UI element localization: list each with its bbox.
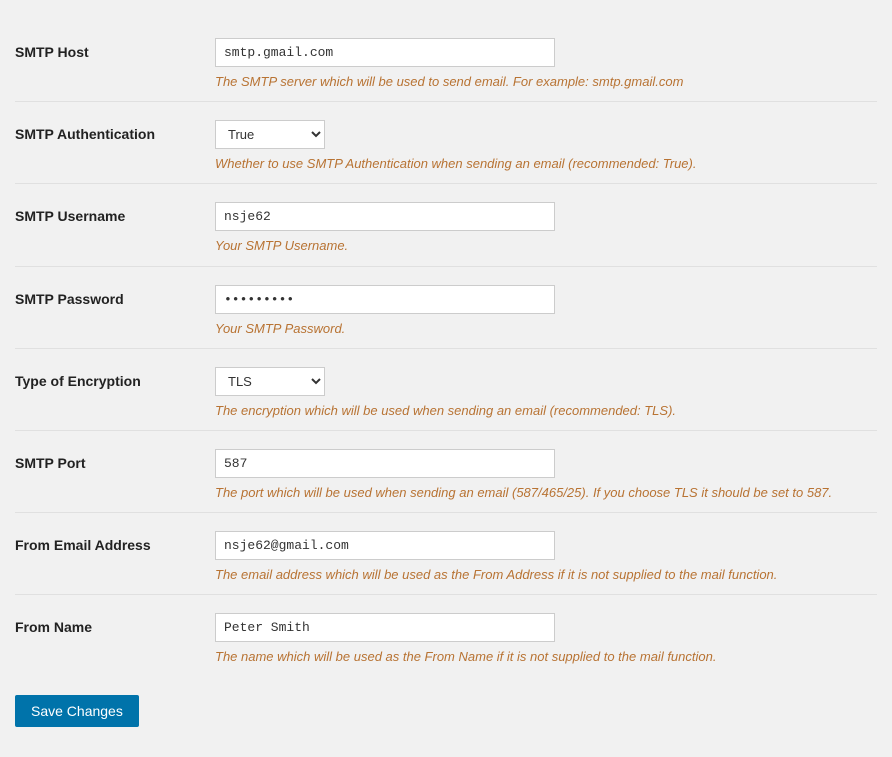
smtp-host-input[interactable] bbox=[215, 38, 555, 67]
encryption-row: Type of Encryption TLS SSL None The encr… bbox=[15, 349, 877, 431]
from-email-input[interactable] bbox=[215, 531, 555, 560]
from-name-field: The name which will be used as the From … bbox=[215, 613, 877, 666]
encryption-select[interactable]: TLS SSL None bbox=[215, 367, 325, 396]
encryption-field: TLS SSL None The encryption which will b… bbox=[215, 367, 877, 420]
smtp-auth-row: SMTP Authentication True False Whether t… bbox=[15, 102, 877, 184]
smtp-host-row: SMTP Host The SMTP server which will be … bbox=[15, 20, 877, 102]
smtp-username-input[interactable] bbox=[215, 202, 555, 231]
smtp-host-field: The SMTP server which will be used to se… bbox=[215, 38, 877, 91]
from-email-label: From Email Address bbox=[15, 531, 215, 553]
from-email-field: The email address which will be used as … bbox=[215, 531, 877, 584]
smtp-username-hint: Your SMTP Username. bbox=[215, 237, 875, 255]
smtp-password-hint: Your SMTP Password. bbox=[215, 320, 875, 338]
from-email-row: From Email Address The email address whi… bbox=[15, 513, 877, 595]
smtp-username-label: SMTP Username bbox=[15, 202, 215, 224]
smtp-auth-field: True False Whether to use SMTP Authentic… bbox=[215, 120, 877, 173]
smtp-port-row: SMTP Port The port which will be used wh… bbox=[15, 431, 877, 513]
smtp-auth-hint: Whether to use SMTP Authentication when … bbox=[215, 155, 875, 173]
smtp-password-label: SMTP Password bbox=[15, 285, 215, 307]
smtp-auth-select[interactable]: True False bbox=[215, 120, 325, 149]
from-email-hint: The email address which will be used as … bbox=[215, 566, 875, 584]
smtp-password-row: SMTP Password Your SMTP Password. bbox=[15, 267, 877, 349]
smtp-port-field: The port which will be used when sending… bbox=[215, 449, 877, 502]
smtp-host-hint: The SMTP server which will be used to se… bbox=[215, 73, 875, 91]
smtp-username-row: SMTP Username Your SMTP Username. bbox=[15, 184, 877, 266]
smtp-port-label: SMTP Port bbox=[15, 449, 215, 471]
settings-form: SMTP Host The SMTP server which will be … bbox=[0, 10, 892, 747]
save-button[interactable]: Save Changes bbox=[15, 695, 139, 727]
from-name-hint: The name which will be used as the From … bbox=[215, 648, 875, 666]
smtp-host-label: SMTP Host bbox=[15, 38, 215, 60]
encryption-hint: The encryption which will be used when s… bbox=[215, 402, 875, 420]
from-name-input[interactable] bbox=[215, 613, 555, 642]
smtp-password-field: Your SMTP Password. bbox=[215, 285, 877, 338]
smtp-username-field: Your SMTP Username. bbox=[215, 202, 877, 255]
smtp-password-input[interactable] bbox=[215, 285, 555, 314]
encryption-label: Type of Encryption bbox=[15, 367, 215, 389]
from-name-row: From Name The name which will be used as… bbox=[15, 595, 877, 676]
from-name-label: From Name bbox=[15, 613, 215, 635]
smtp-auth-label: SMTP Authentication bbox=[15, 120, 215, 142]
smtp-port-hint: The port which will be used when sending… bbox=[215, 484, 875, 502]
smtp-port-input[interactable] bbox=[215, 449, 555, 478]
